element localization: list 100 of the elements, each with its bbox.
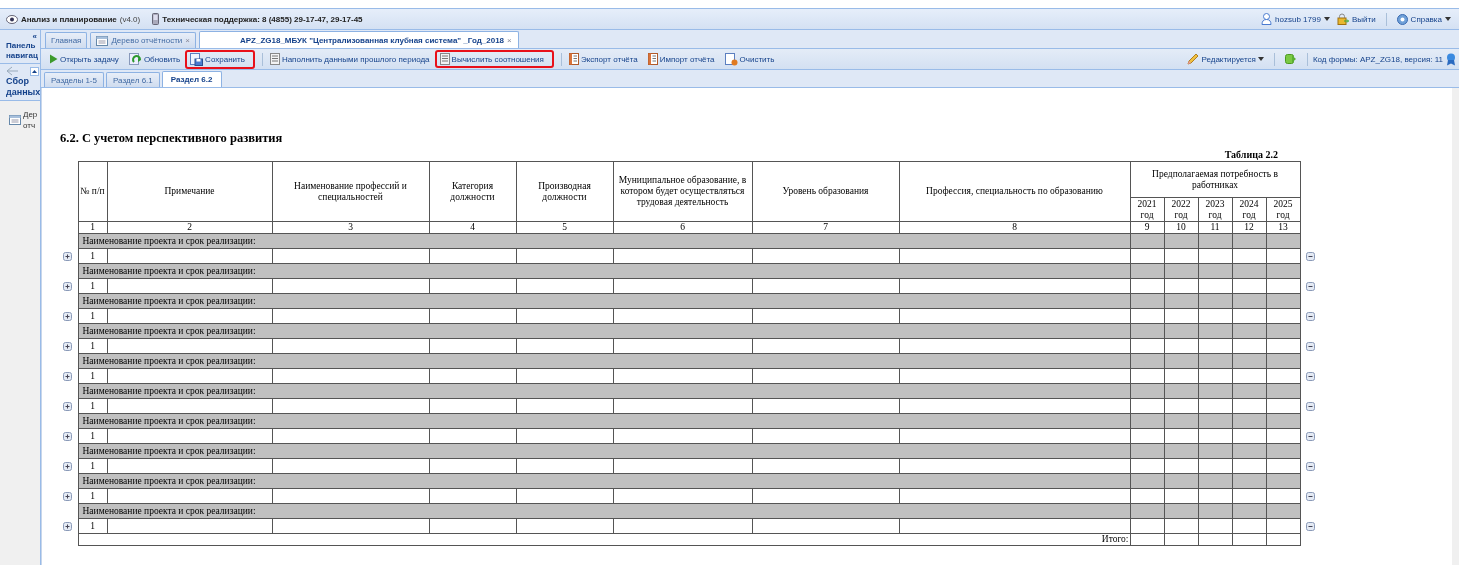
collapse-icon[interactable]	[1305, 401, 1315, 411]
table-cell[interactable]	[1164, 278, 1198, 294]
table-cell[interactable]	[1266, 368, 1301, 384]
collapse-icon[interactable]	[1305, 251, 1315, 261]
table-cell[interactable]	[752, 368, 899, 384]
table-cell[interactable]	[1164, 248, 1198, 264]
table-cell[interactable]	[429, 308, 516, 324]
table-cell[interactable]	[752, 308, 899, 324]
table-cell[interactable]	[1130, 428, 1164, 444]
collapse-icon[interactable]	[1305, 341, 1315, 351]
table-cell[interactable]	[1130, 368, 1164, 384]
table-cell[interactable]	[1232, 338, 1266, 354]
table-cell[interactable]	[1232, 248, 1266, 264]
table-cell[interactable]	[1266, 428, 1301, 444]
table-cell[interactable]	[613, 458, 752, 474]
expand-icon[interactable]	[63, 491, 73, 501]
table-cell[interactable]	[429, 368, 516, 384]
table-cell[interactable]	[1266, 518, 1301, 534]
close-icon[interactable]: ×	[507, 35, 512, 45]
table-cell[interactable]	[1130, 398, 1164, 414]
table-cell[interactable]	[429, 278, 516, 294]
table-cell[interactable]	[1164, 368, 1198, 384]
table-cell[interactable]	[613, 248, 752, 264]
table-cell[interactable]	[752, 248, 899, 264]
table-cell[interactable]	[272, 278, 429, 294]
table-cell[interactable]	[516, 338, 613, 354]
collapse-icon[interactable]	[1305, 461, 1315, 471]
collapse-icon[interactable]	[1305, 371, 1315, 381]
table-cell[interactable]	[752, 278, 899, 294]
collapse-icon[interactable]	[1305, 491, 1315, 501]
section-tab[interactable]: Раздел 6.1	[106, 72, 160, 87]
table-cell[interactable]	[1266, 308, 1301, 324]
table-cell[interactable]	[1130, 308, 1164, 324]
table-cell[interactable]	[752, 428, 899, 444]
table-cell[interactable]	[1232, 398, 1266, 414]
table-cell[interactable]	[1198, 398, 1232, 414]
table-cell[interactable]	[752, 398, 899, 414]
table-cell[interactable]	[899, 488, 1130, 504]
collapse-icon[interactable]	[1305, 521, 1315, 531]
table-cell[interactable]	[752, 458, 899, 474]
table-cell[interactable]	[1266, 338, 1301, 354]
table-cell[interactable]	[1266, 458, 1301, 474]
table-cell[interactable]	[516, 398, 613, 414]
table-cell[interactable]	[1164, 488, 1198, 504]
table-cell[interactable]	[272, 428, 429, 444]
expand-icon[interactable]	[63, 431, 73, 441]
expand-icon[interactable]	[63, 251, 73, 261]
table-cell[interactable]	[272, 338, 429, 354]
table-cell[interactable]	[107, 428, 272, 444]
table-cell[interactable]	[429, 518, 516, 534]
expand-icon[interactable]	[63, 281, 73, 291]
table-cell[interactable]	[1198, 248, 1232, 264]
logout-button[interactable]: Выйти	[1334, 13, 1378, 25]
table-cell[interactable]	[1130, 488, 1164, 504]
table-cell[interactable]	[1232, 458, 1266, 474]
table-cell[interactable]	[1198, 458, 1232, 474]
table-cell[interactable]	[272, 458, 429, 474]
toolbar-button[interactable]: Очистить	[719, 49, 780, 69]
toolbar-button[interactable]: Импорт отчёта	[642, 50, 720, 68]
table-cell[interactable]	[107, 278, 272, 294]
table-cell[interactable]	[1198, 368, 1232, 384]
expand-icon[interactable]	[63, 311, 73, 321]
table-cell[interactable]	[1164, 338, 1198, 354]
table-cell[interactable]	[899, 248, 1130, 264]
collapse-icon[interactable]	[1305, 311, 1315, 321]
table-cell[interactable]	[613, 518, 752, 534]
table-cell[interactable]	[899, 338, 1130, 354]
table-cell[interactable]	[1164, 518, 1198, 534]
tab[interactable]: Дерево отчётности ×	[90, 32, 196, 48]
table-cell[interactable]	[516, 518, 613, 534]
expand-icon[interactable]	[63, 461, 73, 471]
table-cell[interactable]	[1164, 458, 1198, 474]
expand-icon[interactable]	[63, 401, 73, 411]
tab[interactable]: APZ_ZG18_МБУК "Централизованная клубная система" _Год_2018 ×	[198, 31, 519, 48]
table-cell[interactable]	[1198, 428, 1232, 444]
section-tab[interactable]: Раздел 6.2	[161, 71, 222, 87]
table-cell[interactable]	[429, 458, 516, 474]
table-cell[interactable]	[429, 428, 516, 444]
table-cell[interactable]	[1130, 458, 1164, 474]
table-cell[interactable]	[107, 248, 272, 264]
table-cell[interactable]	[107, 368, 272, 384]
toolbar-button[interactable]: Сохранить	[185, 49, 255, 69]
table-cell[interactable]	[899, 398, 1130, 414]
expand-icon[interactable]	[63, 371, 73, 381]
table-cell[interactable]	[752, 518, 899, 534]
table-cell[interactable]	[107, 458, 272, 474]
expand-icon[interactable]	[63, 341, 73, 351]
table-cell[interactable]	[899, 278, 1130, 294]
table-cell[interactable]	[1164, 428, 1198, 444]
table-cell[interactable]	[516, 488, 613, 504]
user-menu[interactable]: hozsub 1799	[1259, 13, 1332, 25]
table-cell[interactable]	[1232, 428, 1266, 444]
table-cell[interactable]	[613, 368, 752, 384]
collapse-button[interactable]: «	[30, 32, 39, 41]
table-cell[interactable]	[1130, 248, 1164, 264]
table-cell[interactable]	[1266, 488, 1301, 504]
table-cell[interactable]	[429, 488, 516, 504]
table-cell[interactable]	[1130, 278, 1164, 294]
table-cell[interactable]	[1164, 398, 1198, 414]
expand-icon[interactable]	[63, 521, 73, 531]
